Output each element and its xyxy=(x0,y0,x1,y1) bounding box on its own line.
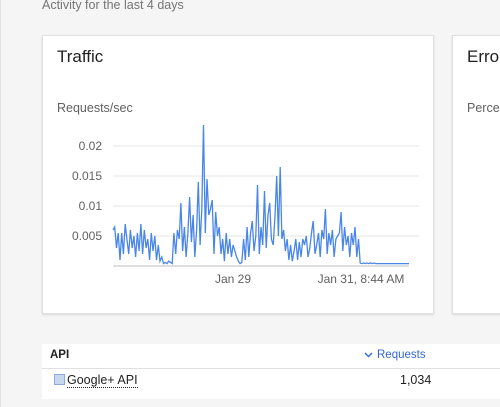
y-tick-label: 0.015 xyxy=(72,169,102,183)
y-tick-label: 0.01 xyxy=(79,199,103,213)
traffic-card: Traffic Requests/sec 0.02 0.015 0.01 0.005 … xyxy=(42,35,434,314)
y-tick-label: 0.02 xyxy=(79,139,103,153)
y-tick-label: 0.005 xyxy=(72,229,102,243)
chart-x-ticks: Jan 29 Jan 31, 8:44 AM xyxy=(215,272,404,286)
chart-y-ticks: 0.02 0.015 0.01 0.005 xyxy=(72,139,102,243)
row-checkbox[interactable] xyxy=(54,374,65,385)
errors-title: Errors xyxy=(467,47,500,66)
api-request-count: 1,034 xyxy=(400,373,432,387)
x-tick-label: Jan 31, 8:44 AM xyxy=(318,272,405,286)
api-table: API Requests Google+ API 1,034 xyxy=(42,344,500,399)
column-header-api[interactable]: API xyxy=(50,349,69,361)
column-header-requests[interactable]: Requests xyxy=(364,349,426,361)
errors-metric-label: Percent xyxy=(467,101,500,115)
column-header-requests-label: Requests xyxy=(377,349,426,361)
chevron-down-icon xyxy=(364,352,373,358)
traffic-chart[interactable]: 0.02 0.015 0.01 0.005 Jan 29 Jan 31, 8:44 AM xyxy=(43,36,433,313)
x-tick-label: Jan 29 xyxy=(215,272,251,286)
table-row: Google+ API 1,034 xyxy=(42,369,500,399)
left-divider xyxy=(0,0,1,407)
activity-subtitle: Activity for the last 4 days xyxy=(42,0,184,12)
errors-card: Errors Percent xyxy=(452,35,500,314)
api-name-link[interactable]: Google+ API xyxy=(67,373,138,388)
table-header: API Requests xyxy=(42,344,500,369)
